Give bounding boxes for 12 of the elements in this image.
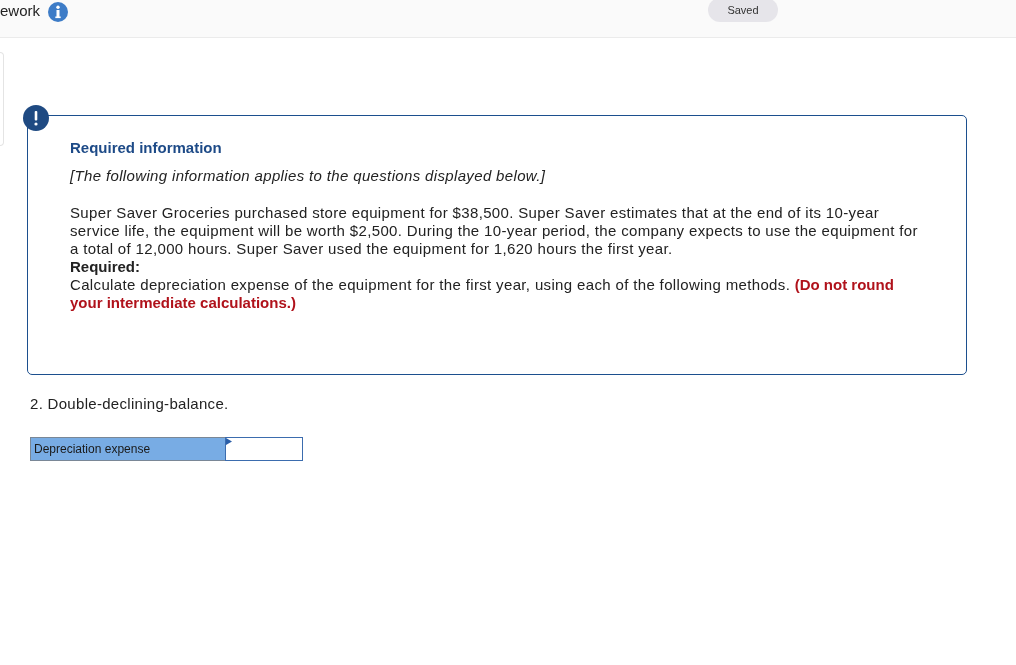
answer-field[interactable] [225,437,303,461]
row-label: Depreciation expense [30,437,225,461]
required-label: Required: [70,258,141,276]
page-title: ework [0,2,40,19]
instruction-text: Calculate depreciation expense of the equipment for the first year, using each of the following methods. (Do not round your intermediate calculations.) [70,276,895,312]
section-title: Required information [70,139,223,157]
saved-status: Saved [708,0,778,22]
info-note: [The following information applies to the questions displayed below.] [70,167,547,185]
problem-paragraph: Super Saver Groceries purchased store equipment for $38,500. Super Saver estimates that at the end of its 10-year service life, the equipment will be worth $2,500. During the 10-year period, the company expects to use the equipment for a total of 12,000 hours. Super Saver used the equipment for 1,620 hours the first year. [70,204,919,258]
info-icon[interactable] [48,2,68,22]
triangle-icon [226,438,232,445]
question-text: 2. Double-declining-balance. [30,395,229,412]
